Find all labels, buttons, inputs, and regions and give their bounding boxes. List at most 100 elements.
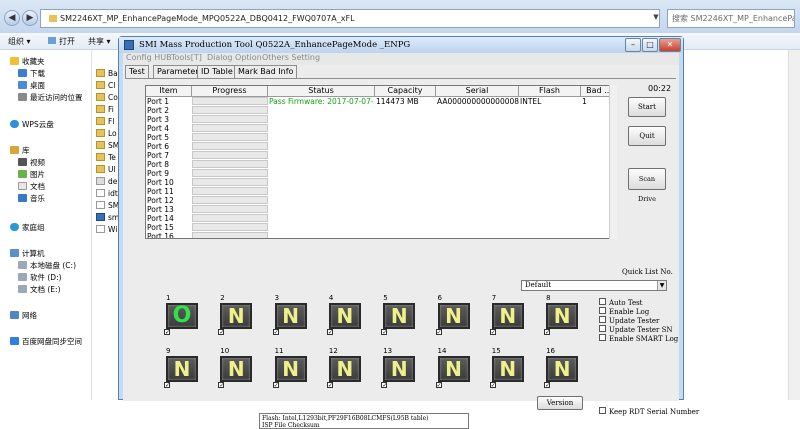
sidebar-item-music[interactable]: 音乐 (18, 193, 45, 205)
list-item[interactable]: Wi (96, 224, 117, 236)
port-checkbox[interactable]: ✓ (544, 329, 550, 336)
port-checkbox[interactable]: ✓ (435, 329, 442, 336)
sidebar-item-libraries[interactable]: 库 (10, 145, 30, 157)
column-header[interactable]: Flash (519, 86, 581, 97)
sidebar-item-pictures[interactable]: 图片 (18, 169, 45, 181)
list-item[interactable]: sm (96, 212, 119, 224)
sidebar-item-baidu-sync[interactable]: 百度网盘同步空间 (10, 336, 82, 348)
checkbox[interactable] (599, 298, 606, 305)
quit-button[interactable]: Quit (628, 126, 666, 146)
port-slot[interactable]: 15 N ✓ (489, 347, 538, 389)
enable-smart-log-option[interactable]: Enable SMART Log (599, 334, 678, 343)
table-row[interactable]: Port 4 (146, 124, 616, 133)
tab-parameter[interactable]: Parameter (153, 65, 203, 78)
sidebar-item-homegroup[interactable]: 家庭组 (10, 222, 45, 234)
explorer-scrollbar[interactable] (788, 50, 800, 400)
address-bar[interactable]: SM2246XT_MP_EnhancePageMode_MPQ0522A_DBQ… (40, 9, 660, 28)
chevron-down-icon[interactable]: ▼ (648, 9, 664, 28)
port-slot[interactable]: 4 N ✓ (326, 294, 375, 336)
checkbox[interactable] (599, 316, 606, 323)
organize-button[interactable]: 组织 ▾ (8, 36, 31, 47)
port-checkbox[interactable]: ✓ (326, 382, 333, 389)
list-item[interactable]: idt (96, 188, 118, 200)
list-item[interactable]: Te (96, 152, 116, 164)
tab-id-table[interactable]: ID Table (197, 65, 237, 78)
search-input[interactable]: 搜索 SM2246XT_MP_EnhancePage... (667, 9, 795, 28)
menu-others-setting[interactable]: Others Setting (262, 53, 320, 62)
port-checkbox[interactable]: ✓ (272, 382, 279, 389)
list-item[interactable]: de (96, 176, 117, 188)
version-button[interactable]: Version (537, 396, 583, 410)
port-checkbox[interactable]: ✓ (164, 329, 170, 336)
table-row[interactable]: Port 8 (146, 160, 616, 169)
update-tester-sn-option[interactable]: Update Tester SN (599, 325, 673, 334)
table-row[interactable]: Port 6 (146, 142, 616, 151)
menu-config-hub[interactable]: Config HUB (126, 53, 172, 62)
sidebar-item-favorites[interactable]: 收藏夹 (10, 56, 45, 68)
scan-drive-button[interactable]: Scan Drive (628, 168, 666, 203)
quick-list-select[interactable]: Default ▼ (521, 280, 667, 291)
list-item[interactable]: Co (96, 92, 118, 104)
column-header[interactable]: Item (146, 86, 192, 97)
port-slot[interactable]: 14 N ✓ (435, 347, 484, 389)
table-row[interactable]: Port 15 (146, 223, 616, 232)
maximize-icon[interactable]: □ (642, 38, 658, 52)
port-slot[interactable]: 13 N ✓ (381, 347, 429, 389)
table-row[interactable]: Port 5 (146, 133, 616, 142)
tab-mark-bad-info[interactable]: Mark Bad Info (234, 65, 298, 78)
sidebar-item-recent[interactable]: 最近访问的位置 (18, 92, 83, 104)
port-slot[interactable]: 8 N ✓ (544, 294, 592, 336)
port-checkbox[interactable]: ✓ (381, 329, 387, 336)
port-slot[interactable]: 10 N ✓ (218, 347, 266, 389)
list-item[interactable]: SM (96, 200, 119, 212)
table-row[interactable]: Port 2 (146, 106, 616, 115)
sidebar-item-computer[interactable]: 计算机 (10, 248, 45, 260)
port-slot[interactable]: 2 N ✓ (218, 294, 266, 336)
port-checkbox[interactable]: ✓ (544, 382, 550, 389)
close-icon[interactable]: ✕ (659, 38, 681, 52)
port-slot[interactable]: 3 N ✓ (272, 294, 321, 336)
list-item[interactable]: Ul (96, 164, 116, 176)
table-row[interactable]: Port 16 (146, 232, 616, 238)
port-checkbox[interactable]: ✓ (218, 382, 224, 389)
start-button[interactable]: Start (628, 97, 666, 117)
tab-test[interactable]: Test (125, 65, 149, 78)
port-checkbox[interactable]: ✓ (381, 382, 387, 389)
column-header[interactable]: Capacity (375, 86, 436, 97)
column-header[interactable]: Progress (192, 86, 268, 97)
sidebar-item-documents[interactable]: 文档 (18, 181, 45, 193)
back-icon[interactable]: ◀ (4, 10, 20, 26)
menu-tools[interactable]: Tools[T] (171, 53, 202, 62)
port-checkbox[interactable]: ✓ (326, 329, 333, 336)
port-checkbox[interactable]: ✓ (489, 382, 496, 389)
port-checkbox[interactable]: ✓ (272, 329, 279, 336)
update-tester-option[interactable]: Update Tester (599, 316, 659, 325)
port-checkbox[interactable]: ✓ (435, 382, 442, 389)
log-textbox[interactable]: Flash: Intel,L1293bit,PF29F16B08LCMFS(L9… (259, 413, 469, 429)
sidebar-item-downloads[interactable]: 下载 (18, 68, 45, 80)
list-item[interactable]: Cl (96, 80, 115, 92)
column-header[interactable]: Status (268, 86, 375, 97)
port-slot[interactable]: 6 N ✓ (435, 294, 484, 336)
forward-icon[interactable]: ▶ (22, 10, 38, 26)
port-checkbox[interactable]: ✓ (489, 329, 496, 336)
checkbox[interactable] (599, 407, 606, 414)
list-item[interactable]: Ba (96, 68, 118, 80)
port-slot[interactable]: 12 N ✓ (326, 347, 375, 389)
list-item[interactable]: Lo (96, 128, 117, 140)
menu-dialog-option[interactable]: Dialog Option (207, 53, 262, 62)
sidebar-item-videos[interactable]: 视频 (18, 157, 45, 169)
open-button[interactable]: 打开 (48, 36, 75, 47)
port-slot[interactable]: 11 N ✓ (272, 347, 321, 389)
port-checkbox[interactable]: ✓ (164, 382, 170, 389)
list-item[interactable]: Fi (96, 104, 114, 116)
sidebar-item-network[interactable]: 网络 (10, 310, 37, 322)
table-row[interactable]: Port 7 (146, 151, 616, 160)
share-button[interactable]: 共享 ▾ (88, 36, 111, 47)
list-item[interactable]: SM (96, 140, 119, 152)
checkbox[interactable] (599, 334, 606, 341)
port-slot[interactable]: 9 N ✓ (164, 347, 212, 389)
table-row[interactable]: Port 1 Pass Firmware: 2017-07-07-AE 114473… (146, 97, 616, 106)
port-slot[interactable]: 1 O ✓ (164, 294, 212, 336)
column-header[interactable]: Serial (436, 86, 519, 97)
